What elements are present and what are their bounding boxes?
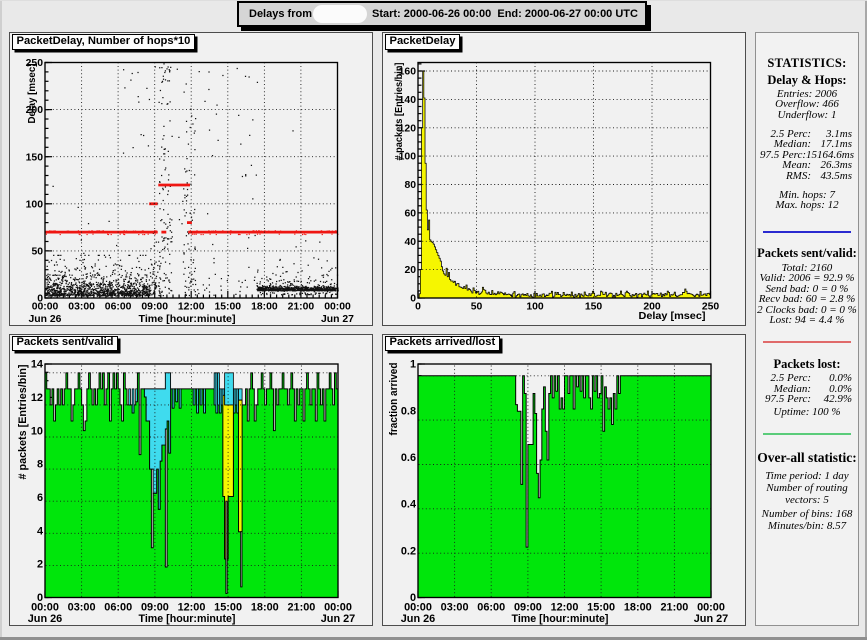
svg-text:40: 40 [404,237,416,248]
svg-text:0: 0 [409,592,415,604]
svg-text:Jun 27: Jun 27 [320,613,355,625]
svg-text:0: 0 [410,294,416,305]
svg-text:100: 100 [25,199,43,210]
svg-text:0.8: 0.8 [400,405,415,417]
svg-text:0: 0 [37,294,43,305]
svg-text:12:00: 12:00 [550,601,578,613]
svg-text:06:00: 06:00 [477,601,505,613]
svg-text:21:00: 21:00 [287,301,314,312]
svg-text:0.4: 0.4 [400,498,415,510]
svg-text:00:00: 00:00 [31,601,59,613]
svg-text:03:00: 03:00 [440,601,468,613]
svg-text:150: 150 [584,301,602,312]
svg-text:18:00: 18:00 [623,601,651,613]
svg-text:18:00: 18:00 [250,601,278,613]
svg-text:1: 1 [409,358,415,370]
svg-text:09:00: 09:00 [141,301,168,312]
svg-text:15:00: 15:00 [214,601,242,613]
svg-text:03:00: 03:00 [68,301,95,312]
svg-text:12:00: 12:00 [177,301,204,312]
svg-text:Jun 26: Jun 26 [27,613,62,625]
svg-text:Delay [msec]: Delay [msec] [638,311,705,322]
svg-text:150: 150 [25,152,43,163]
svg-text:12:00: 12:00 [177,601,205,613]
svg-text:0: 0 [36,592,42,604]
svg-text:2: 2 [36,558,42,570]
svg-text:60: 60 [404,209,416,220]
svg-text:0: 0 [415,301,421,312]
svg-text:Time [hour:minute]: Time [hour:minute] [138,613,235,625]
svg-text:0.6: 0.6 [400,452,415,464]
svg-text:Time [hour:minute]: Time [hour:minute] [138,314,235,325]
svg-text:00:00: 00:00 [404,601,432,613]
svg-text:100: 100 [526,301,544,312]
svg-text:03:00: 03:00 [67,601,95,613]
svg-text:4: 4 [36,525,42,537]
svg-text:14: 14 [30,358,42,370]
svg-text:fraction arrived: fraction arrived [388,362,400,435]
svg-text:20: 20 [404,265,416,276]
svg-text:10: 10 [30,425,42,437]
svg-text:21:00: 21:00 [287,601,315,613]
svg-text:Jun 26: Jun 26 [400,613,435,625]
svg-text:# packets [Entries/bin]: # packets [Entries/bin] [17,364,29,479]
svg-text:15:00: 15:00 [587,601,615,613]
svg-text:00:00: 00:00 [324,301,351,312]
svg-text:21:00: 21:00 [660,601,688,613]
svg-text:12: 12 [30,392,42,404]
svg-text:Delay [msec]: Delay [msec] [26,63,37,123]
svg-text:Jun 27: Jun 27 [321,314,354,325]
svg-text:Time [hour:minute]: Time [hour:minute] [511,613,608,625]
svg-text:09:00: 09:00 [140,601,168,613]
svg-text:8: 8 [36,458,42,470]
svg-text:09:00: 09:00 [513,601,541,613]
svg-text:18:00: 18:00 [251,301,278,312]
svg-text:0.2: 0.2 [400,545,415,557]
svg-text:6: 6 [36,492,42,504]
svg-text:00:00: 00:00 [697,601,725,613]
svg-text:# packets [Entries/bin]: # packets [Entries/bin] [394,63,405,161]
svg-text:50: 50 [470,301,482,312]
svg-text:00:00: 00:00 [31,301,58,312]
svg-text:Jun 27: Jun 27 [693,613,728,625]
svg-text:00:00: 00:00 [324,601,352,613]
svg-text:Jun 26: Jun 26 [28,314,61,325]
svg-text:50: 50 [31,247,43,258]
svg-text:80: 80 [404,180,416,191]
svg-text:06:00: 06:00 [104,301,131,312]
svg-text:06:00: 06:00 [104,601,132,613]
svg-text:15:00: 15:00 [214,301,241,312]
